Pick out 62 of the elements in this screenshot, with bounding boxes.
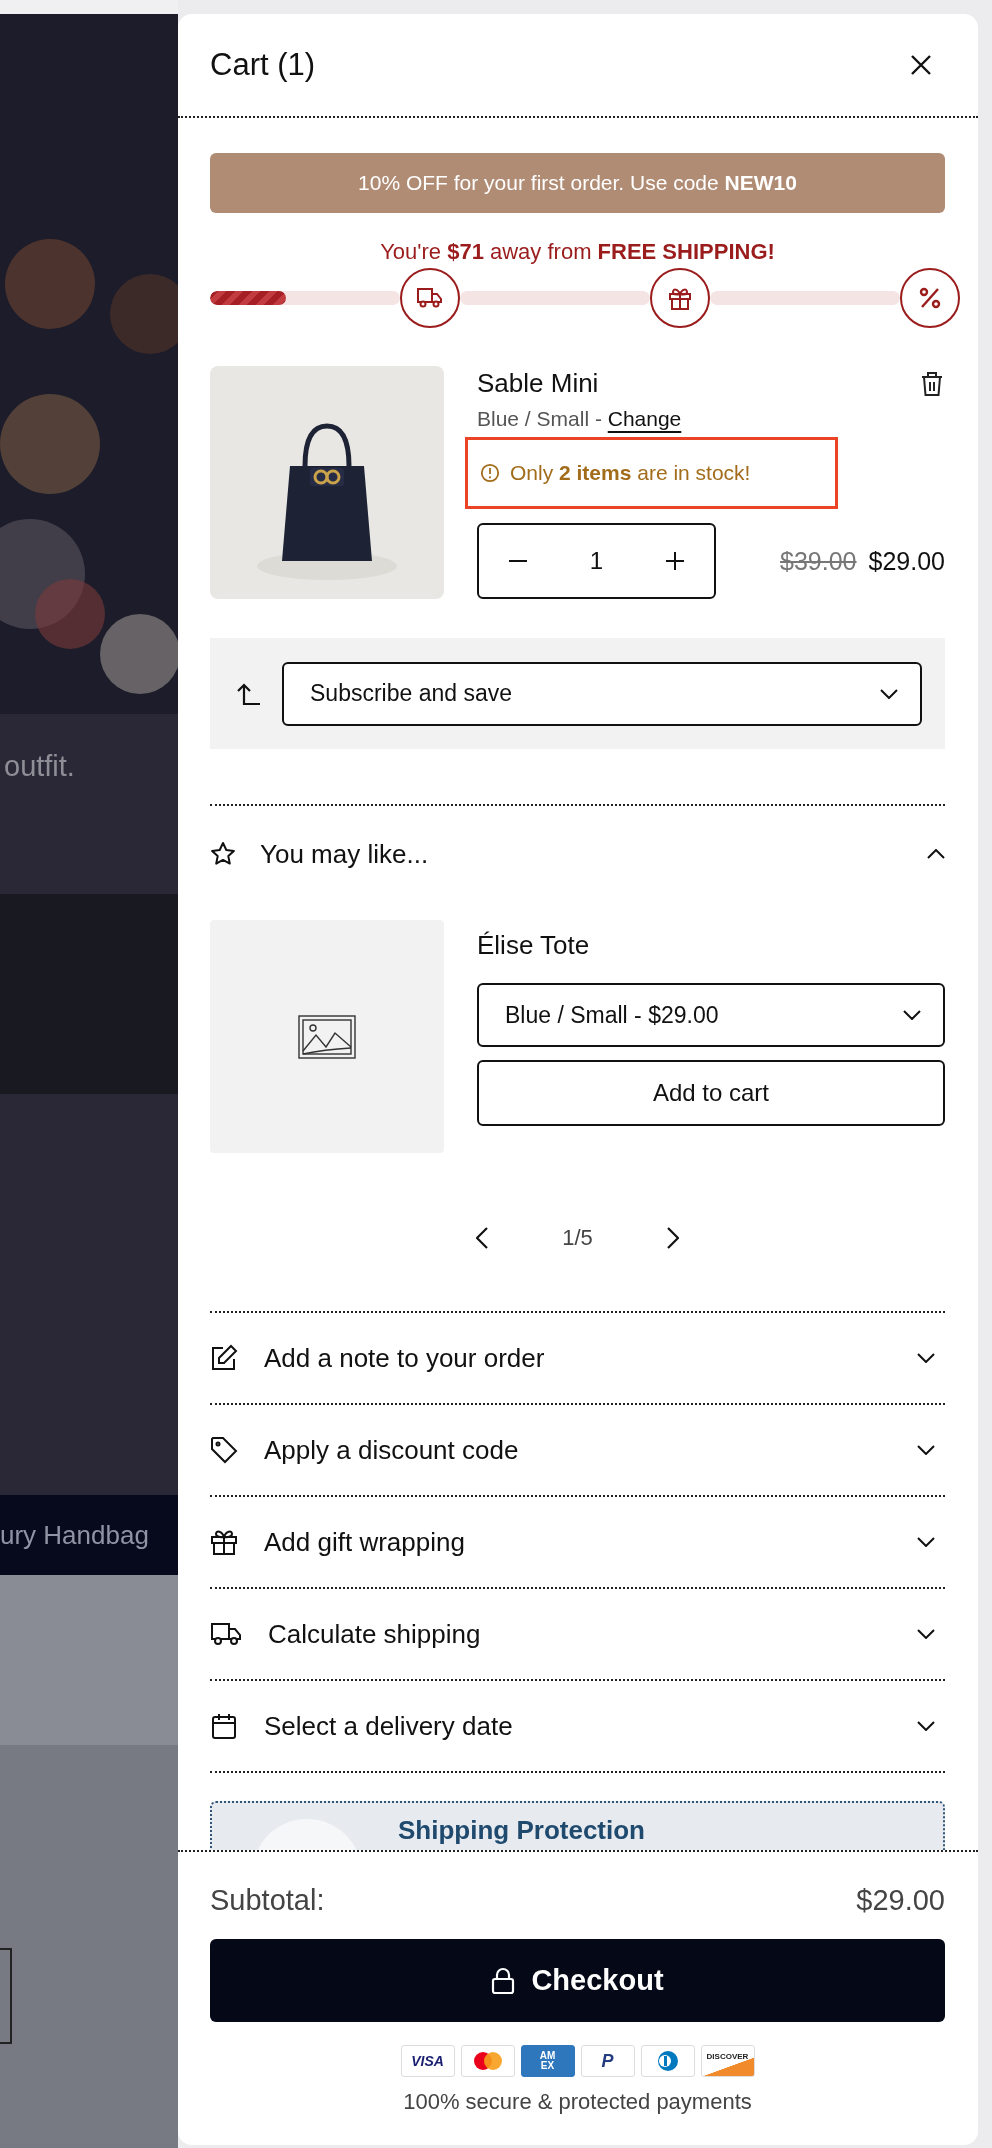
- promo-text: 10% OFF for your first order. Use code NEW10: [358, 171, 797, 195]
- paypal-card-icon: P: [580, 2045, 635, 2077]
- close-icon: [910, 54, 932, 76]
- product-name: Élise Tote: [477, 930, 591, 961]
- amex-card-icon: AM EX: [520, 2045, 575, 2077]
- subtotal-value: $29.00: [856, 1883, 945, 1917]
- stock-text: Only 2 items are in stock!: [510, 461, 751, 485]
- accordion-row[interactable]: Select a delivery date: [210, 1681, 945, 1773]
- discover-card-icon: DISCOVER: [700, 2045, 755, 2077]
- diners-card-icon: [640, 2045, 695, 2077]
- pencil-square-icon: [210, 1344, 238, 1372]
- tag-icon: [210, 1436, 238, 1464]
- accordion-row[interactable]: Add gift wrapping: [210, 1497, 945, 1589]
- calendar-icon: [210, 1712, 238, 1740]
- change-link[interactable]: Change: [607, 407, 682, 430]
- previous-button[interactable]: [474, 1225, 491, 1251]
- gift-icon: [210, 1528, 238, 1556]
- alert-icon: [480, 463, 500, 483]
- minus-icon[interactable]: [509, 559, 527, 563]
- banner-text: ury Handbag: [0, 1519, 149, 1551]
- chevron-down-icon: [917, 1445, 935, 1455]
- subtotal-label: Subtotal:: [210, 1883, 325, 1917]
- secure-payments-note: 100% secure & protected payments: [402, 2089, 753, 2115]
- chevron-left-icon: [476, 1227, 489, 1249]
- trash-icon: [921, 370, 943, 397]
- variant-select[interactable]: Blue / Small - $29.00: [477, 983, 945, 1047]
- plus-icon[interactable]: [666, 552, 684, 570]
- free-shipping-message: You're $71 away from FREE SHIPPING!: [379, 238, 776, 266]
- star-icon: [210, 841, 236, 867]
- next-button[interactable]: [664, 1225, 681, 1251]
- chevron-down-icon: [917, 1353, 935, 1363]
- chevron-right-icon: [666, 1227, 679, 1249]
- variant-text: Blue / Small -: [477, 407, 602, 430]
- truck-icon: [210, 1621, 242, 1647]
- visa-card-icon: VISA: [400, 2045, 455, 2077]
- lock-icon: [491, 1966, 516, 1995]
- truck-icon: [416, 286, 444, 310]
- mastercard-card-icon: [460, 2045, 515, 2077]
- price: $29.00: [868, 546, 945, 576]
- accordion-row[interactable]: Add a note to your order: [210, 1313, 945, 1405]
- percent-icon: [918, 286, 942, 310]
- add-to-cart-button[interactable]: Add to cart: [477, 1060, 945, 1126]
- page-indicator: 1/5: [562, 1225, 593, 1251]
- chevron-down-icon: [880, 688, 898, 699]
- chevron-down-icon: [917, 1721, 935, 1731]
- subscription-select[interactable]: Subscribe and save: [282, 661, 922, 726]
- image-placeholder-icon: [298, 1014, 356, 1059]
- cart-title: Cart (1): [210, 47, 316, 83]
- quantity-stepper[interactable]: 1: [477, 523, 716, 599]
- checkout-button[interactable]: Checkout: [210, 1939, 945, 2022]
- chevron-up-icon: [927, 849, 945, 859]
- chevron-down-icon: [917, 1537, 935, 1547]
- chevron-down-icon: [903, 1010, 921, 1020]
- caption-text: outfit.: [4, 750, 75, 783]
- protection-title: Shipping Protection: [398, 1815, 645, 1846]
- compare-price: $39.00: [780, 546, 857, 576]
- quantity-value: 1: [589, 547, 604, 575]
- recommendations-header[interactable]: You may like...: [210, 806, 945, 902]
- accordion-row[interactable]: Apply a discount code: [210, 1405, 945, 1497]
- product-name: Sable Mini: [477, 368, 599, 399]
- accordion-row[interactable]: Calculate shipping: [210, 1589, 945, 1681]
- chevron-down-icon: [917, 1629, 935, 1639]
